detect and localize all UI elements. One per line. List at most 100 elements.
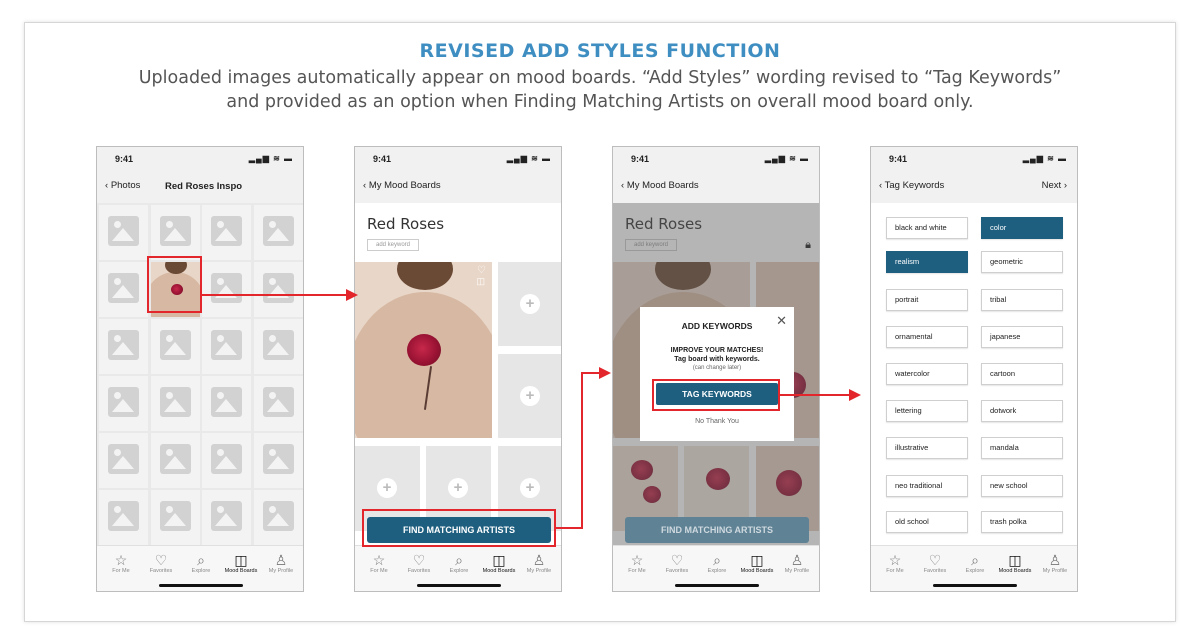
tattoo-photo[interactable]: ♡ ◫	[355, 262, 492, 438]
board-icon[interactable]: ◫	[476, 276, 485, 287]
tab-mood-boards[interactable]: ◫ Mood Boards	[479, 552, 519, 574]
tab-explore[interactable]: ⌕ Explore	[697, 552, 737, 574]
add-icon[interactable]: +	[520, 294, 540, 314]
phone-photos-picker: 9:41 ▂▄▆ ≋ ▬ ‹ Photos Red Roses Inspo ☆ F…	[96, 146, 304, 592]
status-bar: 9:41 ▂▄▆ ≋ ▬	[97, 147, 303, 169]
heart-icon[interactable]: ♡	[477, 265, 486, 276]
empty-slot[interactable]: +	[498, 262, 561, 346]
tab-favorites[interactable]: ♡ Favorites	[141, 552, 181, 574]
photo-thumbnail[interactable]	[253, 205, 303, 260]
tab-explore[interactable]: ⌕ Explore	[439, 552, 479, 574]
photo-thumbnail[interactable]	[99, 433, 148, 488]
tab-my-profile[interactable]: ♙ My Profile	[519, 552, 559, 574]
add-icon[interactable]: +	[520, 478, 540, 498]
keyword-chip[interactable]: ornamental	[886, 326, 968, 348]
home-indicator	[933, 584, 1017, 587]
photo-thumbnail[interactable]	[202, 262, 251, 317]
photo-thumbnail[interactable]	[202, 433, 251, 488]
tab-for-me[interactable]: ☆ For Me	[875, 552, 915, 574]
image-placeholder-icon	[159, 330, 191, 360]
keyword-chip[interactable]: mandala	[981, 437, 1063, 459]
keyword-chip[interactable]: watercolor	[886, 363, 968, 385]
image-placeholder-icon	[262, 444, 294, 474]
add-icon[interactable]: +	[377, 478, 397, 498]
back-button[interactable]: ‹ My Mood Boards	[621, 180, 699, 191]
tab-for-me[interactable]: ☆ For Me	[101, 552, 141, 574]
tab-label: For Me	[628, 568, 646, 574]
keyword-chip[interactable]: illustrative	[886, 437, 968, 459]
image-placeholder-icon	[211, 330, 242, 360]
keyword-chip[interactable]: new school	[981, 475, 1063, 497]
search-icon: ⌕	[455, 552, 463, 568]
tab-favorites[interactable]: ♡ Favorites	[399, 552, 439, 574]
keyword-chip[interactable]: color	[981, 217, 1063, 239]
next-button[interactable]: Next ›	[1042, 180, 1067, 191]
heart-icon: ♡	[670, 552, 684, 568]
photo-thumbnail[interactable]	[150, 376, 200, 431]
keyword-chip[interactable]: black and white	[886, 217, 968, 239]
photo-thumbnail[interactable]	[253, 376, 303, 431]
keyword-chip[interactable]: trash polka	[981, 511, 1063, 533]
slide-title: REVISED ADD STYLES FUNCTION	[419, 40, 781, 62]
tab-mood-boards[interactable]: ◫ Mood Boards	[737, 552, 777, 574]
photo-thumbnail[interactable]	[202, 376, 251, 431]
back-button[interactable]: ‹ My Mood Boards	[363, 180, 441, 191]
image-placeholder-icon	[159, 444, 191, 474]
photo-thumbnail[interactable]	[202, 205, 251, 260]
photo-thumbnail[interactable]	[99, 490, 148, 545]
tab-label: Mood Boards	[998, 568, 1032, 574]
tab-favorites[interactable]: ♡ Favorites	[915, 552, 955, 574]
keyword-chip[interactable]: japanese	[981, 326, 1063, 348]
tab-explore[interactable]: ⌕ Explore	[181, 552, 221, 574]
image-placeholder-icon	[108, 387, 139, 417]
tab-mood-boards[interactable]: ◫ Mood Boards	[221, 552, 261, 574]
no-thank-you-link[interactable]: No Thank You	[640, 418, 794, 425]
image-placeholder-icon	[262, 216, 294, 246]
tab-favorites[interactable]: ♡ Favorites	[657, 552, 697, 574]
tab-explore[interactable]: ⌕ Explore	[955, 552, 995, 574]
keyword-chip[interactable]: geometric	[981, 251, 1063, 273]
status-bar: 9:41 ▂▄▆ ≋ ▬	[871, 147, 1077, 169]
close-icon[interactable]: ✕	[776, 313, 787, 329]
photo-thumbnail[interactable]	[150, 433, 200, 488]
tab-mood-boards[interactable]: ◫ Mood Boards	[995, 552, 1035, 574]
tab-bar: ☆ For Me ♡ Favorites ⌕ Explore ◫ Mood Boards ♙ My…	[613, 545, 819, 591]
photo-thumbnail[interactable]	[99, 262, 148, 317]
tab-for-me[interactable]: ☆ For Me	[617, 552, 657, 574]
photo-thumbnail[interactable]	[150, 490, 200, 545]
photo-thumbnail[interactable]	[99, 376, 148, 431]
tab-my-profile[interactable]: ♙ My Profile	[777, 552, 817, 574]
keyword-chip[interactable]: neo traditional	[886, 475, 968, 497]
back-button[interactable]: ‹ Photos	[105, 180, 140, 191]
empty-slot[interactable]: +	[498, 354, 561, 438]
keyword-chip[interactable]: old school	[886, 511, 968, 533]
home-indicator	[675, 584, 759, 587]
photo-thumbnail[interactable]	[150, 205, 200, 260]
keyword-chip[interactable]: realism	[886, 251, 968, 273]
photo-thumbnail[interactable]	[253, 319, 303, 374]
photo-thumbnail[interactable]	[253, 262, 303, 317]
add-keyword-chip[interactable]: add keyword	[367, 239, 419, 251]
keyword-chip[interactable]: tribal	[981, 289, 1063, 311]
keyword-chip[interactable]: portrait	[886, 289, 968, 311]
tab-my-profile[interactable]: ♙ My Profile	[1035, 552, 1075, 574]
add-icon[interactable]: +	[448, 478, 468, 498]
tab-for-me[interactable]: ☆ For Me	[359, 552, 399, 574]
keyword-chip[interactable]: dotwork	[981, 400, 1063, 422]
keyword-chip[interactable]: cartoon	[981, 363, 1063, 385]
photo-thumbnail[interactable]	[253, 433, 303, 488]
add-icon[interactable]: +	[520, 386, 540, 406]
keyword-chip[interactable]: lettering	[886, 400, 968, 422]
image-placeholder-icon	[159, 387, 191, 417]
photo-thumbnail[interactable]	[150, 319, 200, 374]
profile-icon: ♙	[1048, 552, 1062, 568]
tab-label: For Me	[370, 568, 388, 574]
photo-thumbnail[interactable]	[202, 490, 251, 545]
tab-my-profile[interactable]: ♙ My Profile	[261, 552, 301, 574]
photo-thumbnail[interactable]	[99, 319, 148, 374]
search-icon: ⌕	[971, 552, 979, 568]
photo-thumbnail[interactable]	[202, 319, 251, 374]
photo-thumbnail[interactable]	[253, 490, 303, 545]
photo-thumbnail[interactable]	[99, 205, 148, 260]
back-button[interactable]: ‹ Tag Keywords	[879, 180, 944, 191]
